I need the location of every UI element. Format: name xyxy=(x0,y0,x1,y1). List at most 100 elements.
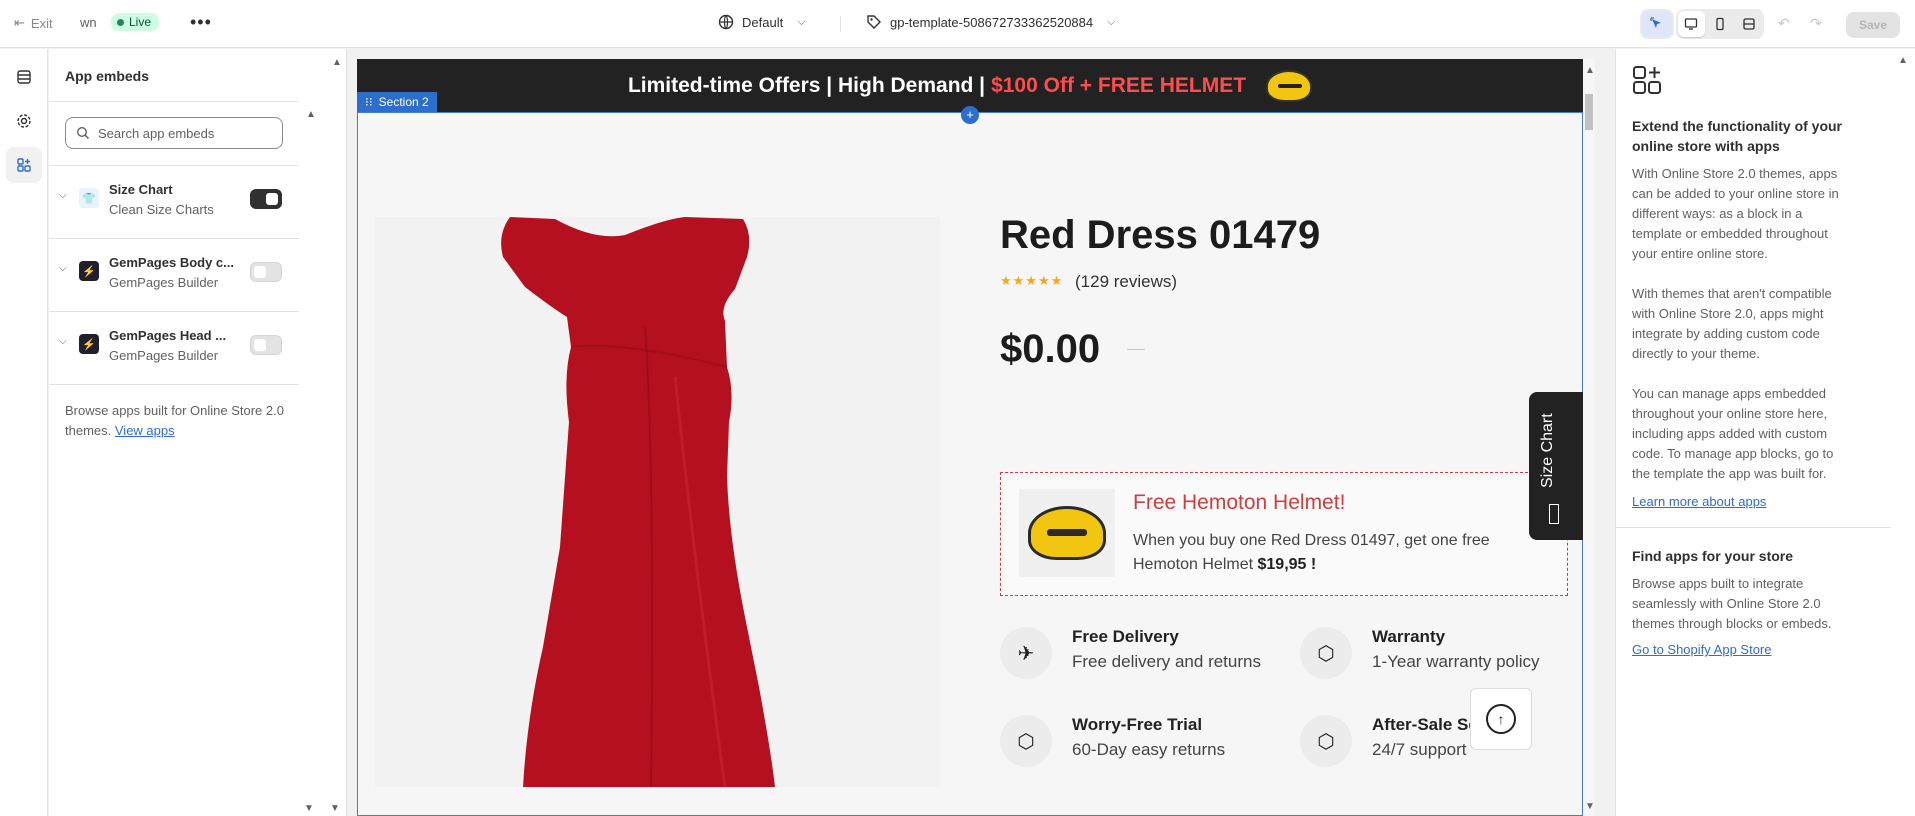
app-embed-toggle[interactable] xyxy=(250,262,282,282)
scroll-up-icon[interactable]: ▲ xyxy=(306,109,316,120)
app-embed-provider: Clean Size Charts xyxy=(109,202,214,217)
more-actions-button[interactable]: ••• xyxy=(190,12,212,33)
ruler-icon xyxy=(1549,504,1559,524)
product-image[interactable] xyxy=(375,217,940,787)
fullwidth-view-button[interactable] xyxy=(1735,11,1762,37)
announcement-offer: $100 Off + FREE HELMET xyxy=(991,73,1247,97)
back-to-top-button[interactable]: ↑ xyxy=(1470,688,1532,750)
plane-icon: ✈ xyxy=(1000,627,1052,679)
globe-icon xyxy=(718,14,734,30)
sections-icon xyxy=(17,70,31,84)
find-apps-heading: Find apps for your store xyxy=(1632,548,1794,564)
scroll-down-icon[interactable]: ▼ xyxy=(1585,801,1595,812)
divider xyxy=(1616,527,1891,528)
feature-item: ⬡ After-Sale Se 24/7 support xyxy=(1300,713,1480,769)
app-embed-name: GemPages Head ... xyxy=(109,328,227,343)
chevron-down-icon[interactable]: ⌵ xyxy=(59,263,67,274)
search-icon xyxy=(76,126,89,139)
announcement-bar[interactable]: Limited-time Offers | High Demand | $100… xyxy=(357,59,1583,112)
extend-paragraph-1: With Online Store 2.0 themes, apps can b… xyxy=(1632,166,1839,261)
theme-label: Default xyxy=(742,14,784,30)
inspector-select-button[interactable] xyxy=(1642,11,1672,37)
template-selector[interactable]: gp-template-508672733362520884 ⌵ xyxy=(866,14,1115,30)
store-initials[interactable]: wn xyxy=(80,15,97,30)
scroll-up-icon[interactable]: ▲ xyxy=(1585,65,1595,76)
app-embed-toggle[interactable] xyxy=(250,189,282,209)
announcement-text: Limited-time Offers | High Demand | xyxy=(627,73,986,97)
product-title[interactable]: Red Dress 01479 xyxy=(1000,213,1320,258)
app-embed-row[interactable]: ⌵ 👕 Size Chart Clean Size Charts xyxy=(49,166,299,238)
extend-paragraph-2: With themes that aren't compatible with … xyxy=(1632,286,1832,361)
chevron-down-icon[interactable]: ⌵ xyxy=(59,336,67,347)
promo-price: $19,95 ! xyxy=(1257,556,1317,573)
scrollbar-thumb[interactable] xyxy=(1585,94,1593,130)
cursor-select-icon xyxy=(1650,17,1661,28)
chevron-down-icon: ⌵ xyxy=(797,15,806,28)
apps-icon xyxy=(17,158,31,172)
red-dress-image xyxy=(501,217,775,787)
gear-icon xyxy=(17,114,31,128)
live-status-label: Live xyxy=(129,15,152,29)
selection-tool-group xyxy=(1640,9,1674,39)
gempages-app-icon: ⚡ xyxy=(79,334,99,354)
divider xyxy=(49,384,299,385)
preview-scrollbar[interactable]: ▲ ▼ xyxy=(1583,59,1595,816)
promo-box[interactable]: Free Hemoton Helmet! When you buy one Re… xyxy=(1000,472,1568,596)
add-section-icon[interactable]: + xyxy=(961,106,979,124)
drag-handle-icon: ⁝⁝ xyxy=(365,95,373,109)
theme-selector[interactable]: Default ⌵ xyxy=(718,14,806,30)
exit-button[interactable]: ⇤ Exit xyxy=(14,15,53,31)
desktop-icon xyxy=(1685,18,1698,30)
app-embed-row[interactable]: ⌵ ⚡ GemPages Head ... GemPages Builder xyxy=(49,312,299,384)
section-tag[interactable]: ⁝⁝ Section 2 xyxy=(357,92,437,112)
feature-subtitle: 60-Day easy returns xyxy=(1072,740,1226,759)
size-chart-tab[interactable]: Size Chart xyxy=(1529,392,1583,540)
feature-item: ⬡ Warranty 1-Year warranty policy xyxy=(1300,625,1580,681)
app-embed-name: Size Chart xyxy=(109,182,173,197)
search-input[interactable] xyxy=(98,125,268,141)
app-embed-name: GemPages Body c... xyxy=(109,255,234,270)
helmet-icon xyxy=(1266,69,1313,102)
scroll-up-icon[interactable]: ▲ xyxy=(1898,55,1908,66)
sections-nav-button[interactable] xyxy=(6,59,42,95)
package-icon: ⬡ xyxy=(1000,715,1052,767)
app-embed-provider: GemPages Builder xyxy=(109,348,219,363)
topbar-divider xyxy=(840,16,841,32)
exit-label: Exit xyxy=(30,15,53,31)
browse-apps-text: Browse apps built for Online Store 2.0 t… xyxy=(65,401,290,441)
find-apps-paragraph: Browse apps built to integrate seamlessl… xyxy=(1632,576,1832,631)
scroll-down-icon[interactable]: ▼ xyxy=(330,803,340,814)
theme-settings-nav-button[interactable] xyxy=(6,103,42,139)
mobile-view-button[interactable] xyxy=(1707,11,1734,37)
redo-icon[interactable]: ↷ xyxy=(1810,15,1822,32)
gempages-app-icon: ⚡ xyxy=(79,261,99,281)
panel-title: App embeds xyxy=(65,68,150,84)
chevron-down-icon[interactable]: ⌵ xyxy=(59,190,67,201)
compare-price-divider xyxy=(1127,349,1145,350)
reviews-count[interactable]: (129 reviews) xyxy=(1075,272,1177,292)
app-store-link[interactable]: Go to Shopify App Store xyxy=(1632,642,1771,657)
scroll-up-icon[interactable]: ▲ xyxy=(332,57,342,68)
search-field[interactable] xyxy=(65,117,283,149)
scroll-down-icon[interactable]: ▼ xyxy=(304,803,314,814)
size-chart-label: Size Chart xyxy=(1539,413,1556,488)
save-button[interactable]: Save xyxy=(1846,12,1900,38)
desktop-view-button[interactable] xyxy=(1678,11,1705,37)
learn-more-link[interactable]: Learn more about apps xyxy=(1632,494,1766,509)
storefront-preview: Limited-time Offers | High Demand | $100… xyxy=(357,59,1583,816)
app-embed-row[interactable]: ⌵ ⚡ GemPages Body c... GemPages Builder xyxy=(49,239,299,311)
feature-item: ✈ Free Delivery Free delivery and return… xyxy=(1000,625,1280,681)
rating-stars-icon: ★★★★★ xyxy=(1000,273,1064,288)
viewport-tool-group xyxy=(1676,9,1764,39)
tag-icon xyxy=(867,15,881,29)
section-label: Section 2 xyxy=(378,95,429,109)
live-status-badge: Live xyxy=(111,13,160,31)
undo-icon[interactable]: ↶ xyxy=(1778,15,1790,32)
expand-icon xyxy=(1743,18,1755,30)
arrow-up-icon: ↑ xyxy=(1486,704,1516,734)
promo-text: When you buy one Red Dress 01497, get on… xyxy=(1133,529,1533,577)
app-embed-toggle[interactable] xyxy=(250,335,282,355)
feature-subtitle: 24/7 support xyxy=(1372,740,1467,759)
view-apps-link[interactable]: View apps xyxy=(115,423,175,438)
app-embeds-nav-button[interactable] xyxy=(6,147,42,183)
